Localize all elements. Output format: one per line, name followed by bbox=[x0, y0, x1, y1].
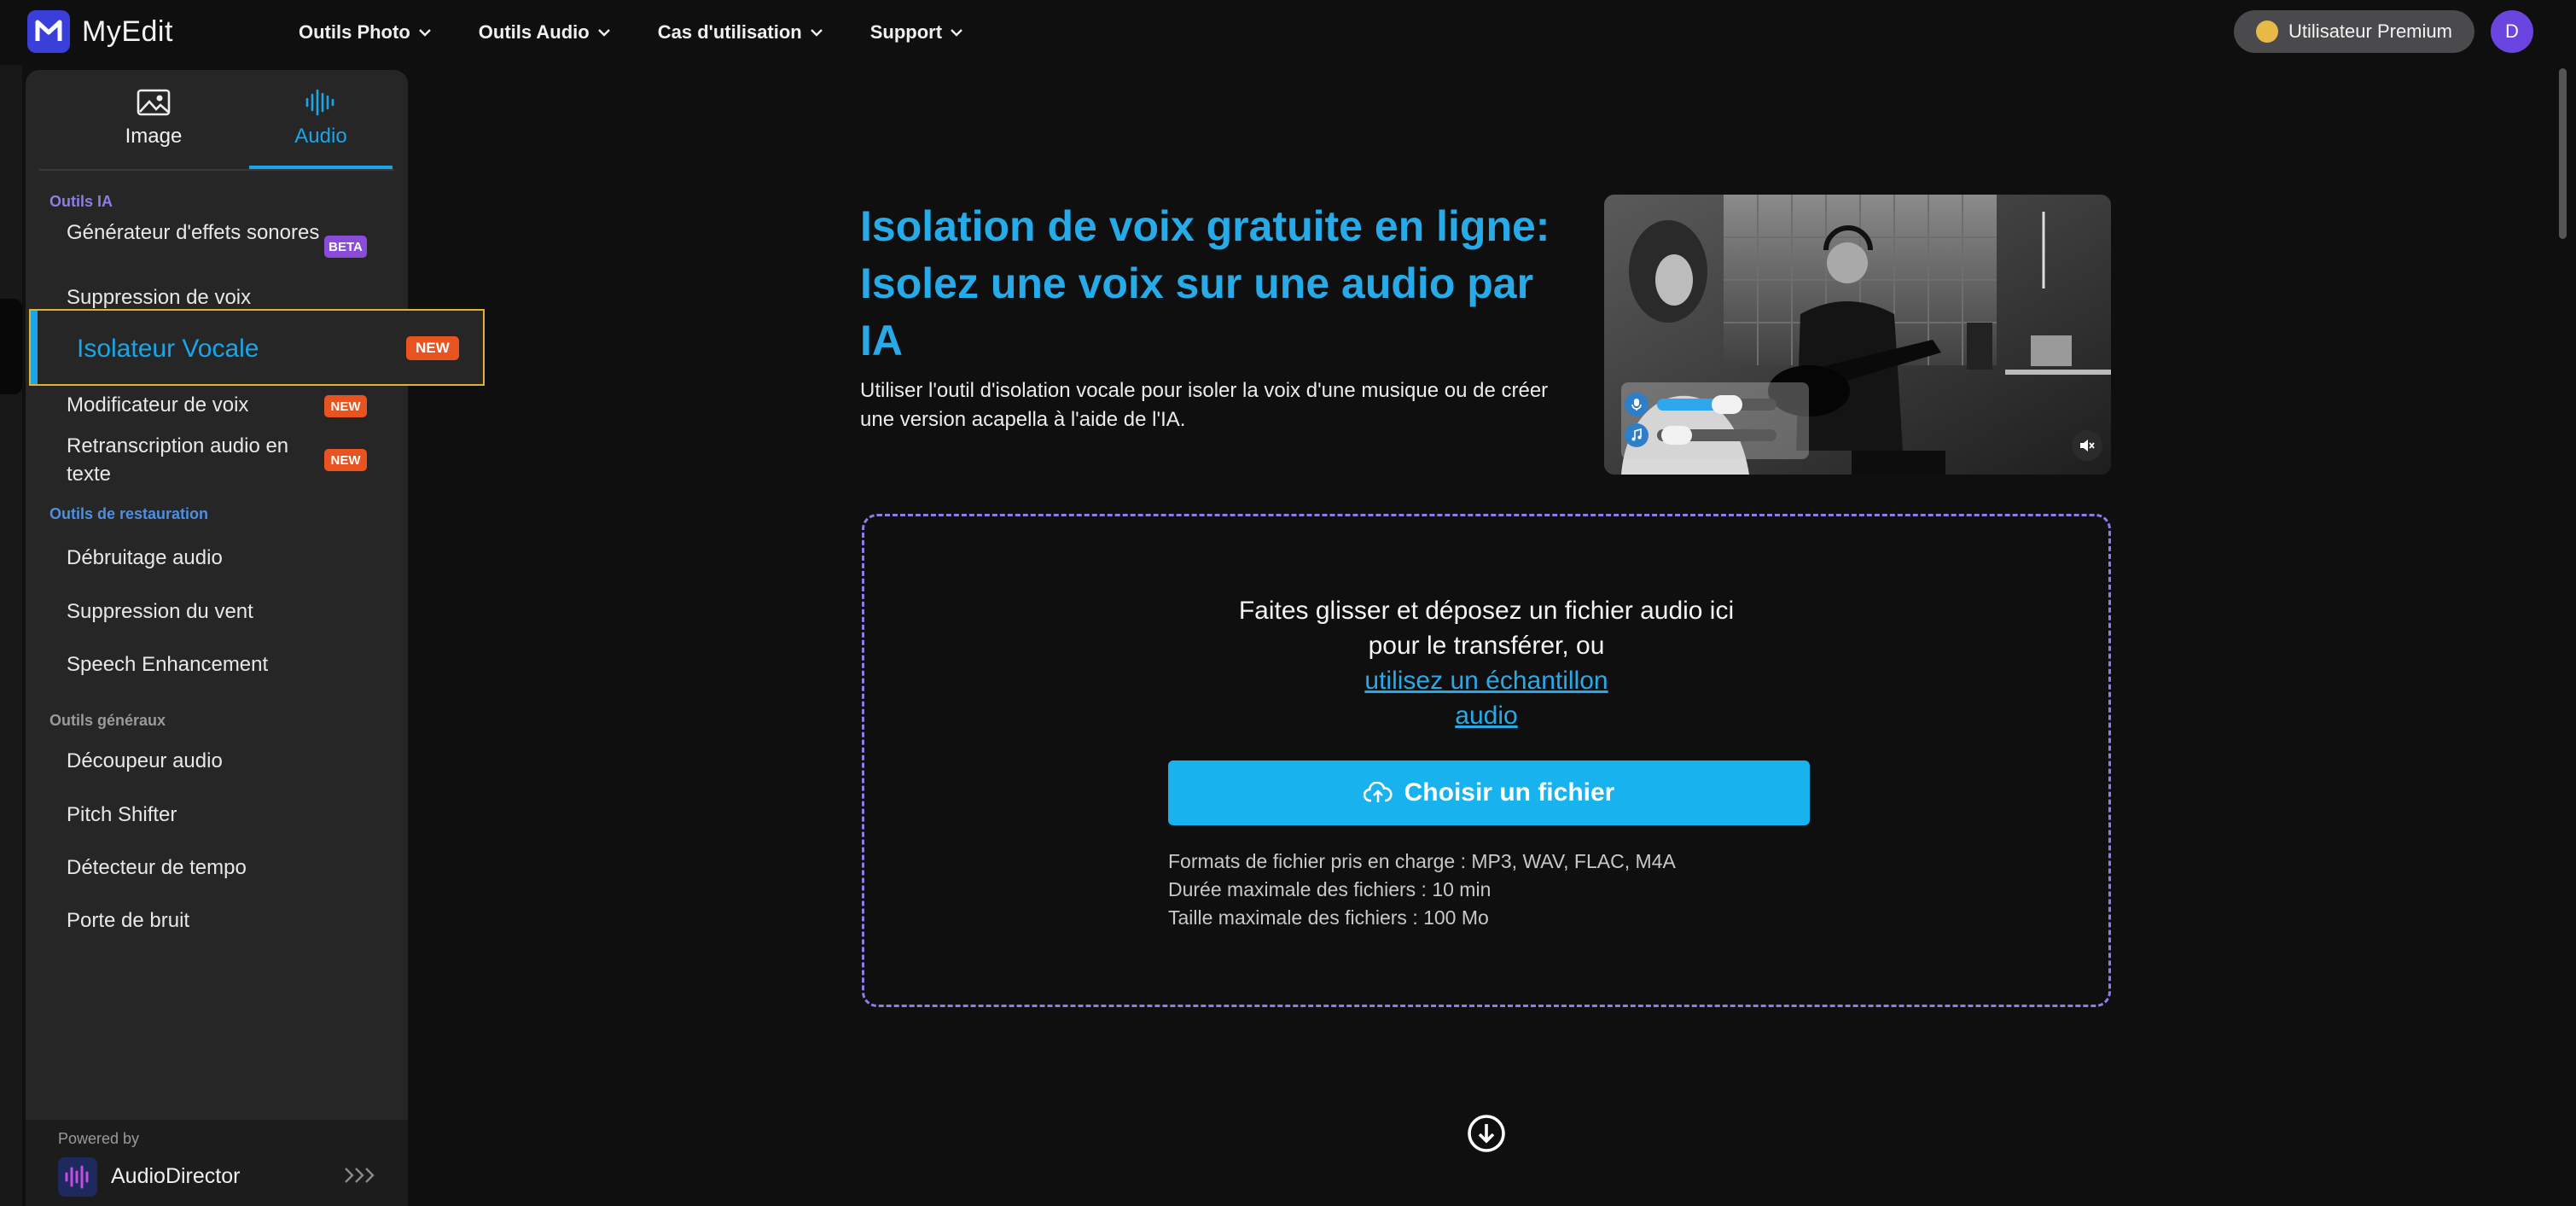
sidebar-item-pitch-shifter[interactable]: Pitch Shifter bbox=[67, 801, 177, 829]
myedit-logo-icon bbox=[27, 10, 70, 53]
sidebar-item-voice-changer[interactable]: Modificateur de voix bbox=[67, 391, 248, 419]
sidebar-item-vocal-isolator[interactable]: Isolateur Vocale NEW bbox=[29, 309, 485, 386]
sidebar-item-speech-enhancement[interactable]: Speech Enhancement bbox=[67, 650, 268, 679]
nav-cas-utilisation[interactable]: Cas d'utilisation bbox=[658, 21, 823, 44]
speaker-mute-icon bbox=[2080, 440, 2095, 452]
user-avatar[interactable]: D bbox=[2491, 10, 2533, 53]
music-note-icon bbox=[1625, 423, 1649, 447]
brand-name: MyEdit bbox=[82, 15, 173, 48]
page-title: Isolation de voix gratuite en ligne: Iso… bbox=[860, 202, 1550, 364]
sidebar-item-transcription[interactable]: Retranscription audio en texte bbox=[67, 432, 323, 488]
tab-label: Audio bbox=[294, 125, 347, 148]
tab-audio[interactable]: Audio bbox=[244, 89, 398, 166]
tab-divider bbox=[39, 169, 394, 171]
section-heading-general: Outils généraux bbox=[49, 712, 166, 729]
brand-logo[interactable]: MyEdit bbox=[27, 10, 173, 53]
premium-coin-icon bbox=[2256, 20, 2279, 43]
microphone-icon bbox=[1625, 393, 1649, 417]
page-description: Utiliser l'outil d'isolation vocale pour… bbox=[860, 379, 1549, 431]
app-window: MyEdit Outils Photo Outils Audio Cas d'u… bbox=[0, 0, 2576, 1206]
spec-size: Taille maximale des fichiers : 100 Mo bbox=[1168, 906, 1489, 929]
vocal-slider-knob[interactable] bbox=[1712, 395, 1742, 414]
nav-label: Outils Audio bbox=[478, 21, 590, 43]
nav-label: Support bbox=[869, 21, 943, 43]
sidebar-item-label: Isolateur Vocale bbox=[77, 335, 259, 363]
left-edge-strip bbox=[0, 65, 22, 1206]
file-drop-zone[interactable]: Faites glisser et déposez un fichier aud… bbox=[862, 514, 2111, 1007]
sidebar-item-tempo-detector[interactable]: Détecteur de tempo bbox=[67, 854, 247, 882]
new-badge: NEW bbox=[324, 395, 367, 417]
page-scrollbar-thumb[interactable] bbox=[2559, 68, 2567, 239]
music-control-row bbox=[1625, 423, 1776, 447]
section-heading-ia: Outils IA bbox=[49, 193, 113, 210]
active-item-indicator bbox=[31, 311, 38, 384]
spec-duration: Durée maximale des fichiers : 10 min bbox=[1168, 878, 1492, 900]
audiodirector-name: AudioDirector bbox=[111, 1164, 241, 1188]
powered-by-panel[interactable]: Powered by AudioDirector bbox=[26, 1120, 408, 1206]
cloud-upload-icon bbox=[1363, 782, 1393, 802]
music-slider[interactable] bbox=[1657, 426, 1776, 445]
nav-outils-audio[interactable]: Outils Audio bbox=[479, 21, 610, 44]
new-badge: NEW bbox=[324, 449, 367, 471]
sidebar-item-sound-effects[interactable]: Générateur d'effets sonores bbox=[67, 218, 323, 247]
triple-chevron-right-icon bbox=[345, 1168, 375, 1183]
chevron-down-icon bbox=[597, 29, 610, 37]
choose-file-button[interactable]: Choisir un fichier bbox=[1168, 760, 1810, 825]
nav-support[interactable]: Support bbox=[870, 21, 962, 44]
music-slider-knob[interactable] bbox=[1661, 426, 1692, 445]
spec-formats: Formats de fichier pris en charge : MP3,… bbox=[1168, 850, 1676, 872]
nav-label: Cas d'utilisation bbox=[657, 21, 802, 43]
beta-badge: BETA bbox=[324, 236, 367, 258]
image-icon bbox=[137, 89, 171, 116]
left-edge-shadow bbox=[0, 299, 22, 394]
nav-label: Outils Photo bbox=[299, 21, 410, 43]
tab-label: Image bbox=[125, 125, 183, 148]
vocal-control-row bbox=[1625, 393, 1776, 417]
file-requirements: Formats de fichier pris en charge : MP3,… bbox=[1168, 848, 1676, 932]
tab-image[interactable]: Image bbox=[77, 89, 230, 166]
audiodirector-logo-icon bbox=[58, 1157, 97, 1197]
premium-user-button[interactable]: Utilisateur Premium bbox=[2234, 10, 2474, 53]
sidebar-item-voice-removal[interactable]: Suppression de voix bbox=[67, 283, 251, 312]
drop-instructions: Faites glisser et déposez un fichier aud… bbox=[864, 593, 2108, 733]
chevron-down-icon bbox=[418, 29, 431, 37]
sidebar-item-denoise[interactable]: Débruitage audio bbox=[67, 544, 223, 572]
sidebar-item-noise-gate[interactable]: Porte de bruit bbox=[67, 906, 189, 935]
scroll-down-icon[interactable] bbox=[1466, 1113, 1507, 1154]
main-nav: Outils Photo Outils Audio Cas d'utilisat… bbox=[299, 0, 962, 65]
premium-label: Utilisateur Premium bbox=[2288, 20, 2452, 42]
sidebar-item-wind-removal[interactable]: Suppression du vent bbox=[67, 597, 253, 626]
drop-text: Faites glisser et déposez un fichier aud… bbox=[1238, 597, 1735, 660]
powered-by-label: Powered by bbox=[58, 1130, 140, 1147]
waveform-icon bbox=[305, 89, 334, 116]
chevron-down-icon bbox=[951, 29, 962, 37]
sidebar-item-audio-cutter[interactable]: Découpeur audio bbox=[67, 747, 223, 775]
use-sample-link[interactable]: utilisez un échantillon audio bbox=[1333, 663, 1640, 733]
section-heading-restoration: Outils de restauration bbox=[49, 505, 209, 522]
new-badge: NEW bbox=[406, 336, 459, 360]
top-navigation-bar: MyEdit Outils Photo Outils Audio Cas d'u… bbox=[0, 0, 2576, 65]
chevron-down-icon bbox=[810, 29, 823, 37]
mute-button[interactable] bbox=[2072, 430, 2102, 461]
hero-illustration bbox=[1604, 195, 2111, 475]
choose-file-label: Choisir un fichier bbox=[1404, 778, 1615, 807]
nav-outils-photo[interactable]: Outils Photo bbox=[299, 21, 431, 44]
tools-sidebar: Image Audio Outils IA Générateur d'effet… bbox=[26, 70, 408, 1206]
vocal-slider[interactable] bbox=[1657, 395, 1776, 414]
